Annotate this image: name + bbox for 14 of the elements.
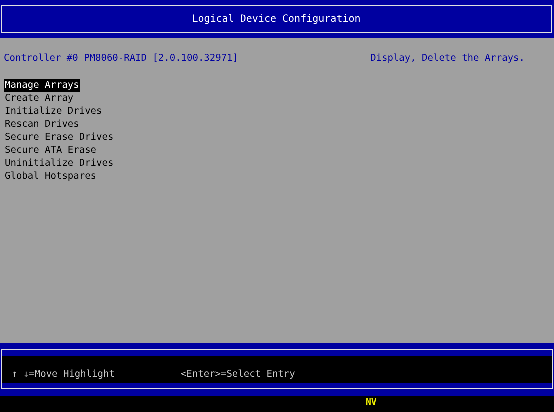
key-hint: ↑ ↓=Move Highlight	[12, 369, 115, 380]
menu-item[interactable]: Rescan Drives	[4, 118, 80, 131]
menu-item[interactable]: Create Array	[4, 92, 75, 105]
help-text: Display, Delete the Arrays.	[370, 53, 525, 64]
menu-item[interactable]: Uninitialize Drives	[4, 157, 115, 170]
key-hint: <Enter>=Select Entry	[180, 369, 296, 380]
window-title: Logical Device Configuration	[192, 14, 361, 24]
menu-item[interactable]: Secure ATA Erase	[4, 144, 98, 157]
menu-item[interactable]: Manage Arrays	[4, 79, 80, 92]
status-indicator: NV	[366, 398, 377, 408]
menu-item[interactable]: Initialize Drives	[4, 105, 104, 118]
controller-label: Controller #0 PM8060-RAID [2.0.100.32971]	[4, 53, 238, 64]
menu-item[interactable]: Global Hotspares	[4, 170, 98, 183]
menu-item[interactable]: Secure Erase Drives	[4, 131, 115, 144]
